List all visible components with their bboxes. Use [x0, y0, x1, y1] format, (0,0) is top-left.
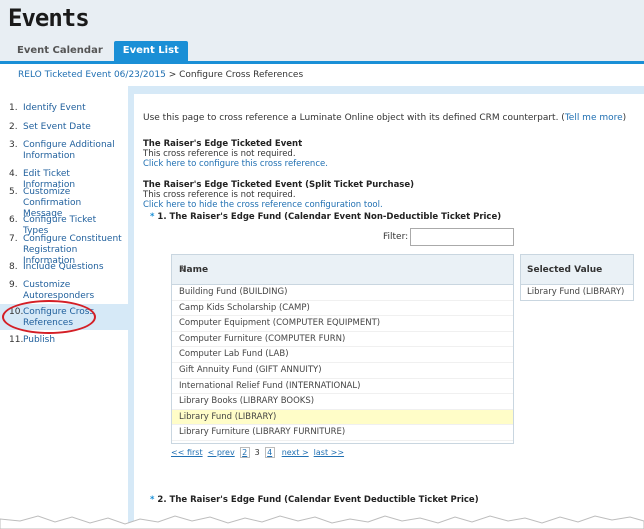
fund-2-label: 2. The Raiser's Edge Fund (Calendar Even… [157, 495, 479, 505]
required-star-icon: * [150, 212, 155, 222]
block-note: This cross reference is not required. [143, 190, 296, 200]
page-title: Events [8, 4, 90, 32]
step-number: 9. [9, 280, 18, 290]
cross-reference-split-ticket: The Raiser's Edge Ticketed Event (Split … [143, 180, 414, 210]
list-item-selected[interactable]: Library Fund (LIBRARY) [172, 409, 513, 426]
tab-event-list[interactable]: Event List [113, 41, 188, 61]
list-item[interactable]: Computer Lab Fund (LAB) [172, 347, 513, 363]
list-item[interactable]: Camp Kids Scholarship (CAMP) [172, 301, 513, 317]
last-page-link[interactable]: last >> [314, 448, 344, 457]
configure-cross-reference-link[interactable]: Click here to configure this cross refer… [143, 159, 328, 169]
step-number: 8. [9, 262, 18, 272]
content-top-bar [134, 86, 644, 94]
step-number: 5. [9, 187, 18, 197]
list-item[interactable]: Library Furniture (LIBRARY FURNITURE) [172, 425, 513, 441]
sidebar-step-configure-cross-references[interactable]: 10.Configure Cross References [0, 304, 128, 330]
step-label: Customize Autoresponders [23, 280, 95, 301]
torn-edge-decoration [0, 515, 644, 529]
sidebar-step-customize-autoresponders[interactable]: 9. Customize Autoresponders [0, 280, 128, 302]
prev-page-link[interactable]: < prev [208, 448, 235, 457]
step-label: Publish [23, 335, 56, 345]
step-number: 6. [9, 215, 18, 225]
intro-text: Use this page to cross reference a Lumin… [143, 113, 626, 123]
cross-reference-ticketed-event: The Raiser's Edge Ticketed Event This cr… [143, 139, 328, 169]
list-item[interactable]: Gift Annuity Fund (GIFT ANNUITY) [172, 363, 513, 379]
main-content: Use this page to cross reference a Lumin… [134, 86, 644, 529]
sort-icon[interactable]: ⇕ [179, 264, 507, 273]
breadcrumb-event-link[interactable]: RELO Ticketed Event 06/23/2015 [18, 70, 166, 80]
current-page: 3 [254, 448, 260, 457]
breadcrumb-separator: > [165, 70, 180, 80]
fund-1-title: * 1. The Raiser's Edge Fund (Calendar Ev… [150, 212, 501, 222]
list-header-name[interactable]: Name ⇕ [172, 255, 513, 285]
sidebar-step-configure-additional-information[interactable]: 3. Configure Additional Information [0, 140, 128, 162]
step-label: Identify Event [23, 103, 86, 113]
list-item[interactable]: Building Fund (BUILDING) [172, 285, 513, 301]
tab-event-calendar[interactable]: Event Calendar [8, 41, 112, 61]
intro-end: ) [622, 113, 627, 123]
selected-value-header-label: Selected Value [527, 265, 603, 275]
step-number: 11. [9, 335, 24, 345]
sidebar-step-identify-event[interactable]: 1. Identify Event [0, 103, 128, 114]
tab-bar: Event Calendar Event List [8, 41, 190, 61]
selected-value: Library Fund (LIBRARY) [527, 287, 625, 297]
step-number: 1. [9, 103, 18, 113]
step-label: Include Questions [23, 262, 104, 272]
intro-sentence: Use this page to cross reference a Lumin… [143, 113, 565, 123]
steps-sidebar: 1. Identify Event 2. Set Event Date 3. Conf… [0, 86, 128, 529]
step-label: Configure Additional Information [23, 140, 115, 161]
next-page-link[interactable]: next > [282, 448, 309, 457]
list-item[interactable]: Library Books (LIBRARY BOOKS) [172, 394, 513, 410]
filter-input[interactable] [410, 228, 514, 246]
required-star-icon: * [150, 495, 155, 505]
step-number: 3. [9, 140, 18, 150]
fund-2-title: * 2. The Raiser's Edge Fund (Calendar Ev… [150, 495, 479, 505]
block-title: The Raiser's Edge Ticketed Event (Split … [143, 180, 415, 190]
selected-value-header: Selected Value [521, 255, 633, 285]
list-item[interactable]: International Relief Fund (INTERNATIONAL… [172, 379, 513, 395]
step-number: 7. [9, 234, 18, 244]
page-2-link[interactable]: 2 [239, 447, 250, 458]
hide-configuration-tool-link[interactable]: Click here to hide the cross reference c… [143, 200, 383, 210]
first-page-link[interactable]: << first [171, 448, 203, 457]
breadcrumb: RELO Ticketed Event 06/23/2015 > Configu… [18, 70, 303, 80]
sidebar-step-include-questions[interactable]: 8. Include Questions [0, 262, 128, 273]
step-number: 2. [9, 122, 18, 132]
fund-1-label: 1. The Raiser's Edge Fund (Calendar Even… [157, 212, 502, 222]
fund-list: Name ⇕ Building Fund (BUILDING) Camp Kid… [171, 254, 514, 444]
block-title: The Raiser's Edge Ticketed Event [143, 139, 303, 149]
list-item[interactable]: Computer Furniture (COMPUTER FURN) [172, 332, 513, 348]
step-number: 4. [9, 169, 18, 179]
pagination: << first < prev 2 3 4 next > last >> [171, 447, 349, 458]
selected-value-panel: Selected Value Library Fund (LIBRARY) [520, 254, 634, 301]
step-number: 10. [9, 307, 24, 317]
app-header: Events Event Calendar Event List [0, 0, 644, 64]
page-4-link[interactable]: 4 [264, 447, 275, 458]
block-note: This cross reference is not required. [143, 149, 296, 159]
step-label: Configure Cross References [23, 307, 95, 328]
filter-label: Filter: [383, 232, 409, 242]
breadcrumb-current: Configure Cross References [179, 70, 304, 80]
step-label: Set Event Date [23, 122, 91, 132]
sidebar-step-publish[interactable]: 11.Publish [0, 335, 128, 346]
list-item[interactable]: Computer Equipment (COMPUTER EQUIPMENT) [172, 316, 513, 332]
tell-me-more-link[interactable]: Tell me more [565, 113, 623, 123]
sidebar-step-set-event-date[interactable]: 2. Set Event Date [0, 122, 128, 133]
